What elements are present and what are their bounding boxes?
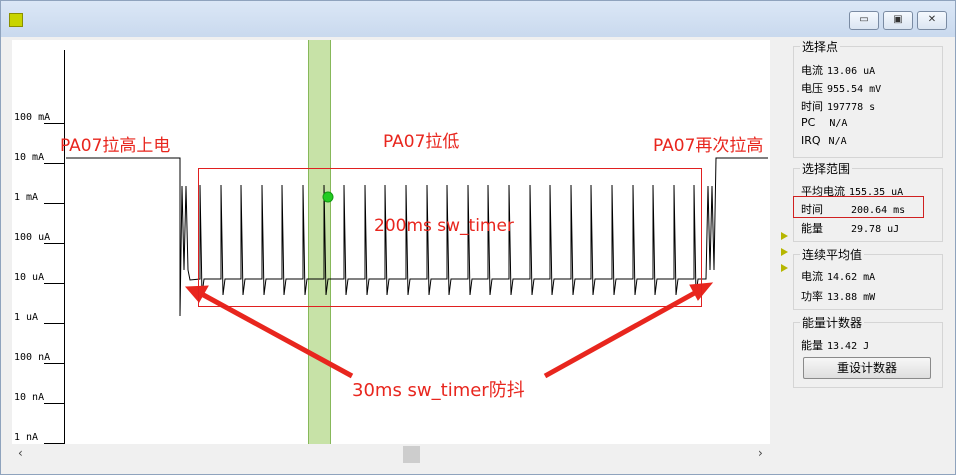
selection-point-row-time: 时间 197778 s (801, 100, 876, 113)
annotation-200ms-timer: 200ms sw_timer (374, 216, 514, 236)
energy-counter-title: 能量计数器 (800, 314, 865, 331)
horizontal-scrollbar[interactable]: ‹ › (12, 444, 770, 465)
scroll-left-icon[interactable]: ‹ (18, 446, 23, 460)
annotation-debounce: 30ms sw_timer防抖 (352, 380, 525, 401)
continuous-average-row-power: 功率 13.88 mW (801, 290, 876, 303)
annotation-pull-low: PA07拉低 (383, 132, 460, 152)
scroll-thumb[interactable] (403, 446, 420, 463)
selection-range-row-energy: 能量 29.78 uJ (801, 222, 900, 235)
reset-counter-button[interactable]: 重设计数器 (803, 357, 931, 379)
expand-arrow-icon[interactable] (781, 232, 788, 240)
selection-point-row-current: 电流 13.06 uA (801, 64, 876, 77)
selection-point-row-irq: IRQ N/A (801, 134, 847, 147)
selection-point-title: 选择点 (800, 38, 841, 55)
selection-range-title: 选择范围 (800, 160, 853, 177)
annotation-pull-high-again: PA07再次拉高 (653, 136, 764, 156)
energy-counter-row-energy: 能量 13.42 J (801, 339, 870, 352)
timer-region-box (198, 168, 702, 307)
annotation-power-on: PA07拉高上电 (60, 136, 171, 156)
expand-arrow-icon[interactable] (781, 264, 788, 272)
selection-point-row-voltage: 电压 955.54 mV (801, 82, 882, 95)
scroll-right-icon[interactable]: › (758, 446, 763, 460)
continuous-average-row-current: 电流 14.62 mA (801, 270, 876, 283)
selection-point-row-pc: PC N/A (801, 116, 848, 129)
continuous-average-title: 连续平均值 (800, 246, 865, 263)
selection-range-row-time: 时间 200.64 ms (801, 203, 906, 216)
expand-arrow-icon[interactable] (781, 248, 788, 256)
